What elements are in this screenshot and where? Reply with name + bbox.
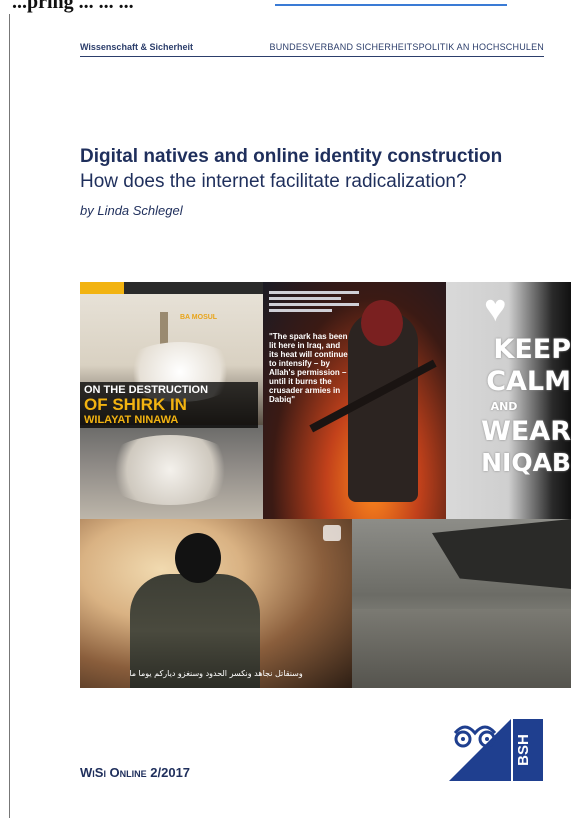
destruction-caption: ON THE DESTRUCTION OF SHIRK IN WILAYAT N… — [80, 382, 258, 428]
publication-number: WiSi Online 2/2017 — [80, 765, 191, 780]
collage-panel-fighter: "The spark has been lit here in Iraq, an… — [263, 282, 446, 519]
page-subtitle: How does the internet facilitate radical… — [80, 171, 467, 192]
panel-text-block — [269, 288, 359, 315]
collage-panel-crowd — [352, 519, 571, 688]
logo-text: BSH — [515, 734, 532, 766]
author-line: by Linda Schlegel — [80, 203, 183, 218]
header-series: Wissenschaft & Sicherheit — [80, 42, 193, 52]
flag-image — [432, 519, 571, 589]
heart-icon: ♥ — [484, 288, 507, 330]
collage-panel-masked-man: وسنقاتل نجاهد ونكسر الحدود وسنغزو دياركم… — [80, 519, 352, 688]
collage-panel-keep-calm: ♥ KEEP CALM AND WEAR NIQAB — [446, 282, 571, 519]
panel-tag: BA MOSUL — [180, 314, 218, 321]
cover-collage: BA MOSUL ON THE DESTRUCTION OF SHIRK IN … — [80, 282, 571, 688]
page-header: Wissenschaft & Sicherheit BUNDESVERBAND … — [80, 42, 544, 52]
bsh-logo: BSH — [449, 719, 543, 781]
media-logo-icon — [323, 525, 341, 541]
page-title: Digital natives and online identity cons… — [80, 146, 503, 167]
top-blue-line — [275, 4, 507, 6]
arabic-subtitle: وسنقاتل نجاهد ونكسر الحدود وسنغزو دياركم… — [129, 669, 303, 678]
left-margin-rule — [9, 14, 10, 818]
panel-quote: "The spark has been lit here in Iraq, an… — [269, 332, 348, 404]
header-rule — [80, 56, 544, 57]
top-fragment-text: ...pring ... ... ... — [12, 0, 134, 13]
header-organization: BUNDESVERBAND SICHERHEITSPOLITIK AN HOCH… — [269, 42, 544, 52]
collage-panel-destruction: BA MOSUL ON THE DESTRUCTION OF SHIRK IN … — [80, 282, 263, 519]
top-cut-text: ...pring ... ... ... — [0, 0, 571, 14]
